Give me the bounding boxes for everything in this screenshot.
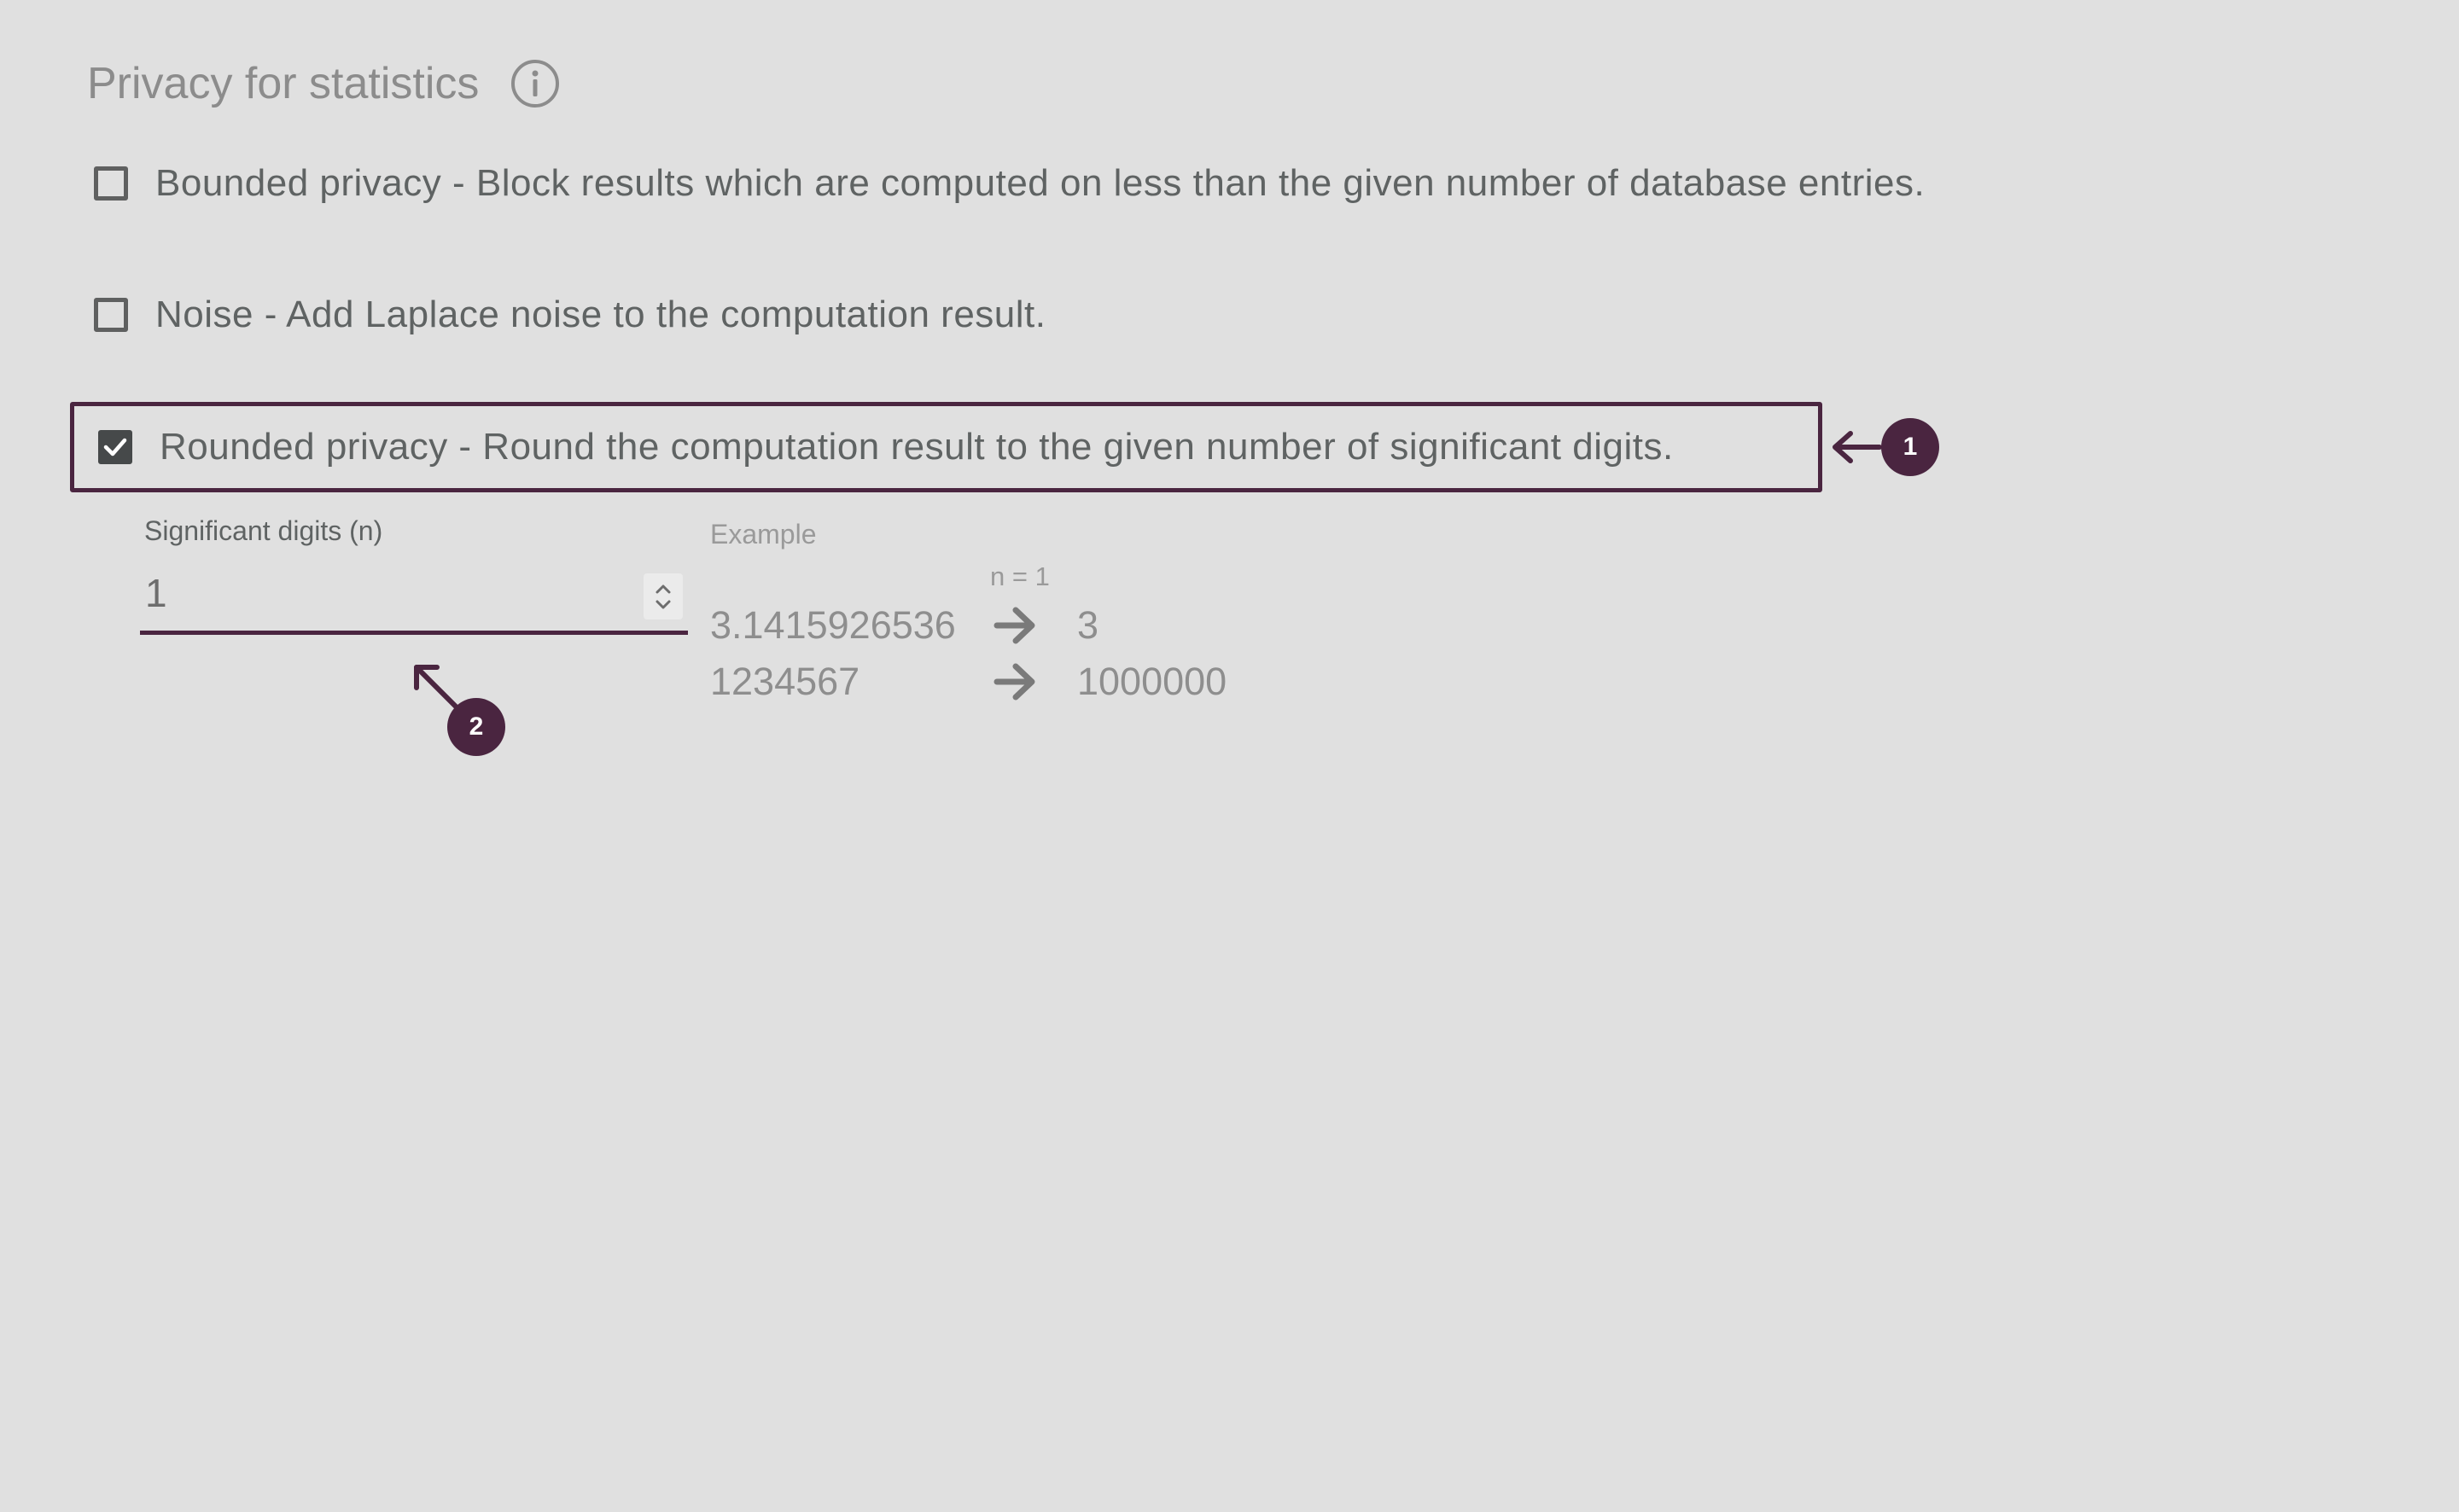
- stepper-chevrons-icon[interactable]: [644, 573, 683, 619]
- example-label: Example: [710, 519, 817, 550]
- example-input: 3.1415926536: [710, 603, 956, 647]
- checkmark-icon: [103, 438, 127, 457]
- significant-digits-label: Significant digits (n): [144, 515, 383, 546]
- example-row: 1234567 1000000: [710, 654, 1227, 710]
- arrow-right-icon: [992, 660, 1077, 703]
- option-bounded-privacy[interactable]: Bounded privacy - Block results which ar…: [70, 157, 1925, 210]
- significant-digits-input[interactable]: 1: [140, 563, 688, 635]
- rounded-privacy-checkbox[interactable]: [98, 430, 132, 464]
- noise-checkbox[interactable]: [94, 298, 128, 332]
- significant-digits-value[interactable]: 1: [145, 570, 167, 616]
- callout-1-arrow: [1833, 431, 1882, 463]
- noise-label: Noise - Add Laplace noise to the computa…: [155, 294, 1046, 335]
- bounded-privacy-label: Bounded privacy - Block results which ar…: [155, 162, 1926, 204]
- section-header: Privacy for statistics: [87, 53, 561, 114]
- number-stepper[interactable]: [644, 573, 683, 619]
- example-output: 3: [1077, 603, 1099, 647]
- example-input: 1234567: [710, 660, 860, 703]
- example-output: 1000000: [1077, 660, 1227, 703]
- example-n-label: n = 1: [990, 561, 1050, 591]
- option-rounded-privacy[interactable]: Rounded privacy - Round the computation …: [70, 402, 1822, 492]
- section-title: Privacy for statistics: [87, 59, 480, 108]
- privacy-settings-panel: Privacy for statistics Bounded privacy -…: [0, 0, 2459, 1512]
- callout-badge-1: 1: [1881, 418, 1939, 476]
- arrow-right-icon: [992, 604, 1077, 647]
- info-circle-icon[interactable]: [510, 58, 561, 109]
- option-noise[interactable]: Noise - Add Laplace noise to the computa…: [70, 288, 1046, 341]
- callout-badge-2: 2: [447, 698, 505, 756]
- bounded-privacy-checkbox[interactable]: [94, 166, 128, 201]
- example-row: 3.1415926536 3: [710, 597, 1098, 654]
- rounded-privacy-label: Rounded privacy - Round the computation …: [160, 426, 1674, 468]
